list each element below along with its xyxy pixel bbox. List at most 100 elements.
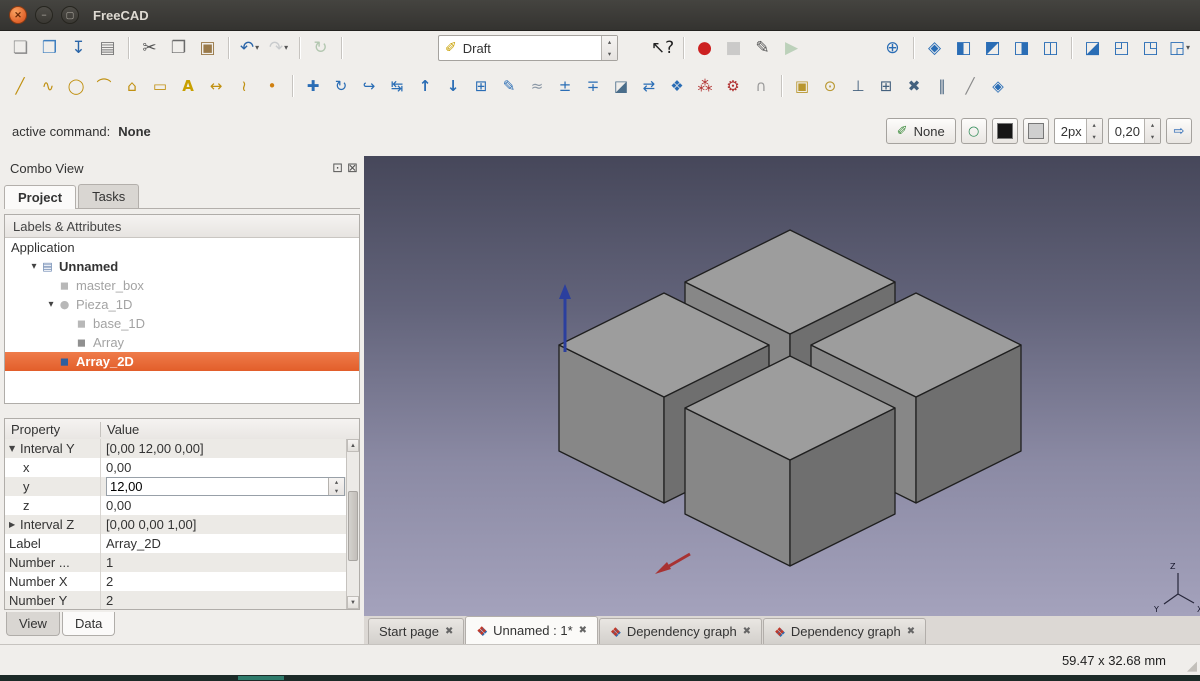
expand-arrow-icon[interactable]: ▼ bbox=[9, 445, 20, 453]
close-panel-icon[interactable]: ⊠ bbox=[347, 162, 358, 175]
draft-arc-button[interactable]: ⌒ bbox=[91, 73, 117, 99]
add-to-group-button[interactable]: ⇨ bbox=[1166, 118, 1192, 144]
value-spinner[interactable]: ▴▾ bbox=[328, 478, 344, 495]
draft-rotate-button[interactable]: ↻ bbox=[328, 73, 354, 99]
expand-arrow-icon[interactable]: ▶ bbox=[9, 521, 20, 529]
macro-edit-button[interactable]: ✎ bbox=[749, 35, 776, 61]
draft-array-button[interactable]: ❖ bbox=[664, 73, 690, 99]
tree-root-item[interactable]: Application bbox=[5, 238, 359, 257]
document-tab[interactable]: ❖Unnamed : 1*✖ bbox=[465, 616, 598, 644]
property-column-header[interactable]: Property bbox=[5, 422, 101, 437]
refresh-button[interactable]: ↻ bbox=[307, 35, 334, 61]
paste-button[interactable]: ▣ bbox=[194, 35, 221, 61]
property-row-x[interactable]: x0,00 bbox=[5, 458, 346, 477]
spin-up-icon[interactable]: ▴ bbox=[329, 478, 344, 487]
draft-wire2spline-button[interactable]: ≈ bbox=[524, 73, 550, 99]
property-row-number[interactable]: Number ...1 bbox=[5, 553, 346, 572]
draft-clone-button[interactable]: ⚙ bbox=[720, 73, 746, 99]
expand-arrow-icon[interactable]: ▾ bbox=[45, 300, 57, 310]
draft-move-button[interactable]: ✚ bbox=[300, 73, 326, 99]
snap-extension-button[interactable]: ╱ bbox=[957, 73, 983, 99]
draw-style-button[interactable]: ◈ bbox=[921, 35, 948, 61]
copy-button[interactable]: ❐ bbox=[165, 35, 192, 61]
draft-edit-button[interactable]: ✎ bbox=[496, 73, 522, 99]
save-button[interactable]: ↧ bbox=[65, 35, 92, 61]
scrollbar-thumb[interactable] bbox=[348, 491, 358, 561]
window-minimize-button[interactable]: − bbox=[35, 6, 53, 24]
scroll-up-icon[interactable]: ▲ bbox=[347, 439, 359, 452]
construction-mode-button[interactable]: ○ bbox=[961, 118, 987, 144]
tab-close-icon[interactable]: ✖ bbox=[579, 625, 587, 636]
whats-this-button[interactable]: ↖? bbox=[649, 35, 676, 61]
value-column-header[interactable]: Value bbox=[101, 422, 139, 437]
tab-project[interactable]: Project bbox=[4, 185, 76, 209]
macro-play-button[interactable]: ▶ bbox=[778, 35, 805, 61]
document-tab[interactable]: ❖Dependency graph✖ bbox=[599, 618, 762, 644]
tab-view[interactable]: View bbox=[6, 612, 60, 636]
tree-item-base_1d[interactable]: ◼base_1D bbox=[5, 314, 359, 333]
workbench-selector[interactable]: ✐ Draft ▴ ▾ bbox=[438, 35, 618, 61]
title-bar[interactable]: ✕ − ▢ FreeCAD bbox=[0, 0, 1200, 31]
draft-text-button[interactable]: A bbox=[175, 73, 201, 99]
resize-grip-icon[interactable]: ◢ bbox=[1187, 660, 1197, 673]
draft-point-button[interactable]: • bbox=[259, 73, 285, 99]
tree-item-array[interactable]: ◼Array bbox=[5, 333, 359, 352]
property-scrollbar[interactable]: ▲ ▼ bbox=[346, 439, 359, 609]
view-axonometric-button[interactable]: ◲▾ bbox=[1166, 35, 1193, 61]
snap-grid-button[interactable]: ⊞ bbox=[873, 73, 899, 99]
3d-view[interactable]: ZYX bbox=[364, 156, 1200, 616]
draft-addpoint-button[interactable]: ± bbox=[552, 73, 578, 99]
snap-endpoint-button[interactable]: ⊙ bbox=[817, 73, 843, 99]
draft-draft2sketch-button[interactable]: ⇄ bbox=[636, 73, 662, 99]
draft-line-button[interactable]: ╱ bbox=[7, 73, 33, 99]
tree-item-pieza_1d[interactable]: ▾●Pieza_1D bbox=[5, 295, 359, 314]
snap-parallel-button[interactable]: ∥ bbox=[929, 73, 955, 99]
property-value-editor[interactable]: ▴▾ bbox=[106, 477, 345, 496]
redo-button[interactable]: ↷▾ bbox=[265, 35, 292, 61]
property-row-y[interactable]: y▴▾ bbox=[5, 477, 346, 496]
draft-polygon-button[interactable]: ⌂ bbox=[119, 73, 145, 99]
tree-item-master_box[interactable]: ◼master_box bbox=[5, 276, 359, 295]
snap-perpendicular-button[interactable]: ⊥ bbox=[845, 73, 871, 99]
float-panel-icon[interactable]: ⊡ bbox=[332, 162, 343, 175]
property-row-label[interactable]: LabelArray_2D bbox=[5, 534, 346, 553]
open-folder-button[interactable]: ❒ bbox=[36, 35, 63, 61]
view-left-button[interactable]: ◳ bbox=[1137, 35, 1164, 61]
tab-close-icon[interactable]: ✖ bbox=[743, 626, 751, 637]
snap-intersection-button[interactable]: ✖ bbox=[901, 73, 927, 99]
view-front-button[interactable]: ◩ bbox=[979, 35, 1006, 61]
tab-tasks[interactable]: Tasks bbox=[78, 184, 139, 208]
property-row-number-x[interactable]: Number X2 bbox=[5, 572, 346, 591]
text-size-spinner[interactable]: 0,20 ▴ ▾ bbox=[1108, 118, 1161, 144]
draft-upgrade-button[interactable]: ↑ bbox=[412, 73, 438, 99]
view-bottom-button[interactable]: ◰ bbox=[1108, 35, 1135, 61]
view-top-button[interactable]: ◨ bbox=[1008, 35, 1035, 61]
tab-close-icon[interactable]: ✖ bbox=[907, 626, 915, 637]
text-size-arrows[interactable]: ▴ ▾ bbox=[1144, 119, 1160, 143]
tab-data[interactable]: Data bbox=[62, 612, 115, 636]
view-isometric-button[interactable]: ◧ bbox=[950, 35, 977, 61]
draft-mirror-button[interactable]: ∩ bbox=[748, 73, 774, 99]
new-document-button[interactable]: ❏ bbox=[7, 35, 34, 61]
draft-rectangle-button[interactable]: ▭ bbox=[147, 73, 173, 99]
face-color-button[interactable] bbox=[1023, 118, 1049, 144]
tree-item-unnamed[interactable]: ▾▤Unnamed bbox=[5, 257, 359, 276]
draft-shape2dview-button[interactable]: ◪ bbox=[608, 73, 634, 99]
view-right-button[interactable]: ◫ bbox=[1037, 35, 1064, 61]
window-maximize-button[interactable]: ▢ bbox=[61, 6, 79, 24]
line-color-button[interactable] bbox=[992, 118, 1018, 144]
draft-downgrade-button[interactable]: ↓ bbox=[440, 73, 466, 99]
draft-bspline-button[interactable]: ≀ bbox=[231, 73, 257, 99]
line-width-spinner[interactable]: 2px ▴ ▾ bbox=[1054, 118, 1103, 144]
draft-circle-button[interactable]: ◯ bbox=[63, 73, 89, 99]
macro-stop-button[interactable]: ■ bbox=[720, 35, 747, 61]
draft-dimension-button[interactable]: ↔ bbox=[203, 73, 229, 99]
print-button[interactable]: ▤ bbox=[94, 35, 121, 61]
undo-button[interactable]: ↶▾ bbox=[236, 35, 263, 61]
spin-down-icon[interactable]: ▾ bbox=[329, 487, 344, 496]
scroll-down-icon[interactable]: ▼ bbox=[347, 596, 359, 609]
property-row-z[interactable]: z0,00 bbox=[5, 496, 346, 515]
window-close-button[interactable]: ✕ bbox=[9, 6, 27, 24]
snap-lock-button[interactable]: ▣ bbox=[789, 73, 815, 99]
cut-button[interactable]: ✂ bbox=[136, 35, 163, 61]
